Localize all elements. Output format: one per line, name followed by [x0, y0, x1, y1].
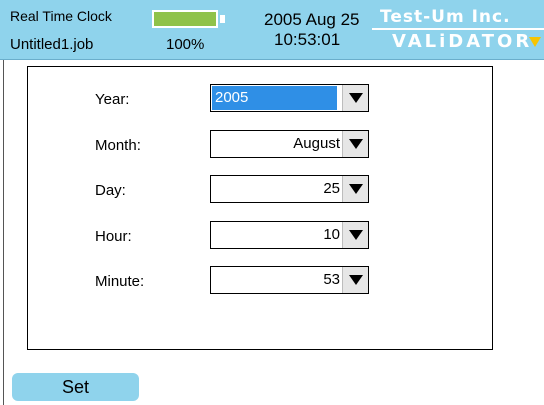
set-button[interactable]: Set — [12, 373, 139, 401]
triangle-down-icon — [349, 230, 363, 240]
triangle-down-icon — [349, 139, 363, 149]
minute-select[interactable]: 53 — [210, 266, 369, 294]
month-label: Month: — [95, 137, 141, 154]
brand-company: Test-Um Inc. — [380, 7, 511, 27]
year-label: Year: — [95, 91, 130, 108]
minute-dropdown-button[interactable] — [342, 267, 368, 293]
status-header: Real Time Clock Untitled1.job 100% 2005 … — [0, 0, 544, 60]
datetime-form-panel: Year: 2005 Month: August Day: 25 Hour: 1… — [27, 66, 493, 350]
battery-level-fill — [154, 12, 216, 26]
hour-select[interactable]: 10 — [210, 221, 369, 249]
triangle-down-icon — [349, 93, 363, 103]
minute-label: Minute: — [95, 273, 145, 290]
triangle-down-icon — [349, 275, 363, 285]
year-dropdown-button[interactable] — [342, 85, 368, 111]
triangle-down-icon — [529, 37, 541, 47]
day-dropdown-button[interactable] — [342, 176, 368, 202]
minute-value: 53 — [323, 271, 340, 288]
battery-icon — [152, 10, 218, 28]
battery-terminal — [220, 15, 225, 23]
day-value: 25 — [323, 180, 340, 197]
hour-value: 10 — [323, 226, 340, 243]
month-select[interactable]: August — [210, 130, 369, 158]
day-label: Day: — [95, 182, 126, 199]
app-title: Real Time Clock — [10, 8, 112, 24]
hour-dropdown-button[interactable] — [342, 222, 368, 248]
triangle-down-icon — [349, 184, 363, 194]
hour-label: Hour: — [95, 228, 132, 245]
current-time: 10:53:01 — [274, 30, 341, 49]
brand-product: VALiDATOR — [392, 31, 533, 52]
year-value: 2005 — [212, 86, 337, 110]
current-date: 2005 Aug 25 — [264, 10, 360, 29]
left-border — [3, 60, 4, 405]
job-file-name: Untitled1.job — [10, 36, 94, 53]
month-dropdown-button[interactable] — [342, 131, 368, 157]
day-select[interactable]: 25 — [210, 175, 369, 203]
battery-percent: 100% — [166, 36, 205, 53]
year-select[interactable]: 2005 — [210, 84, 369, 112]
brand-divider — [372, 28, 544, 30]
month-value: August — [293, 135, 340, 152]
